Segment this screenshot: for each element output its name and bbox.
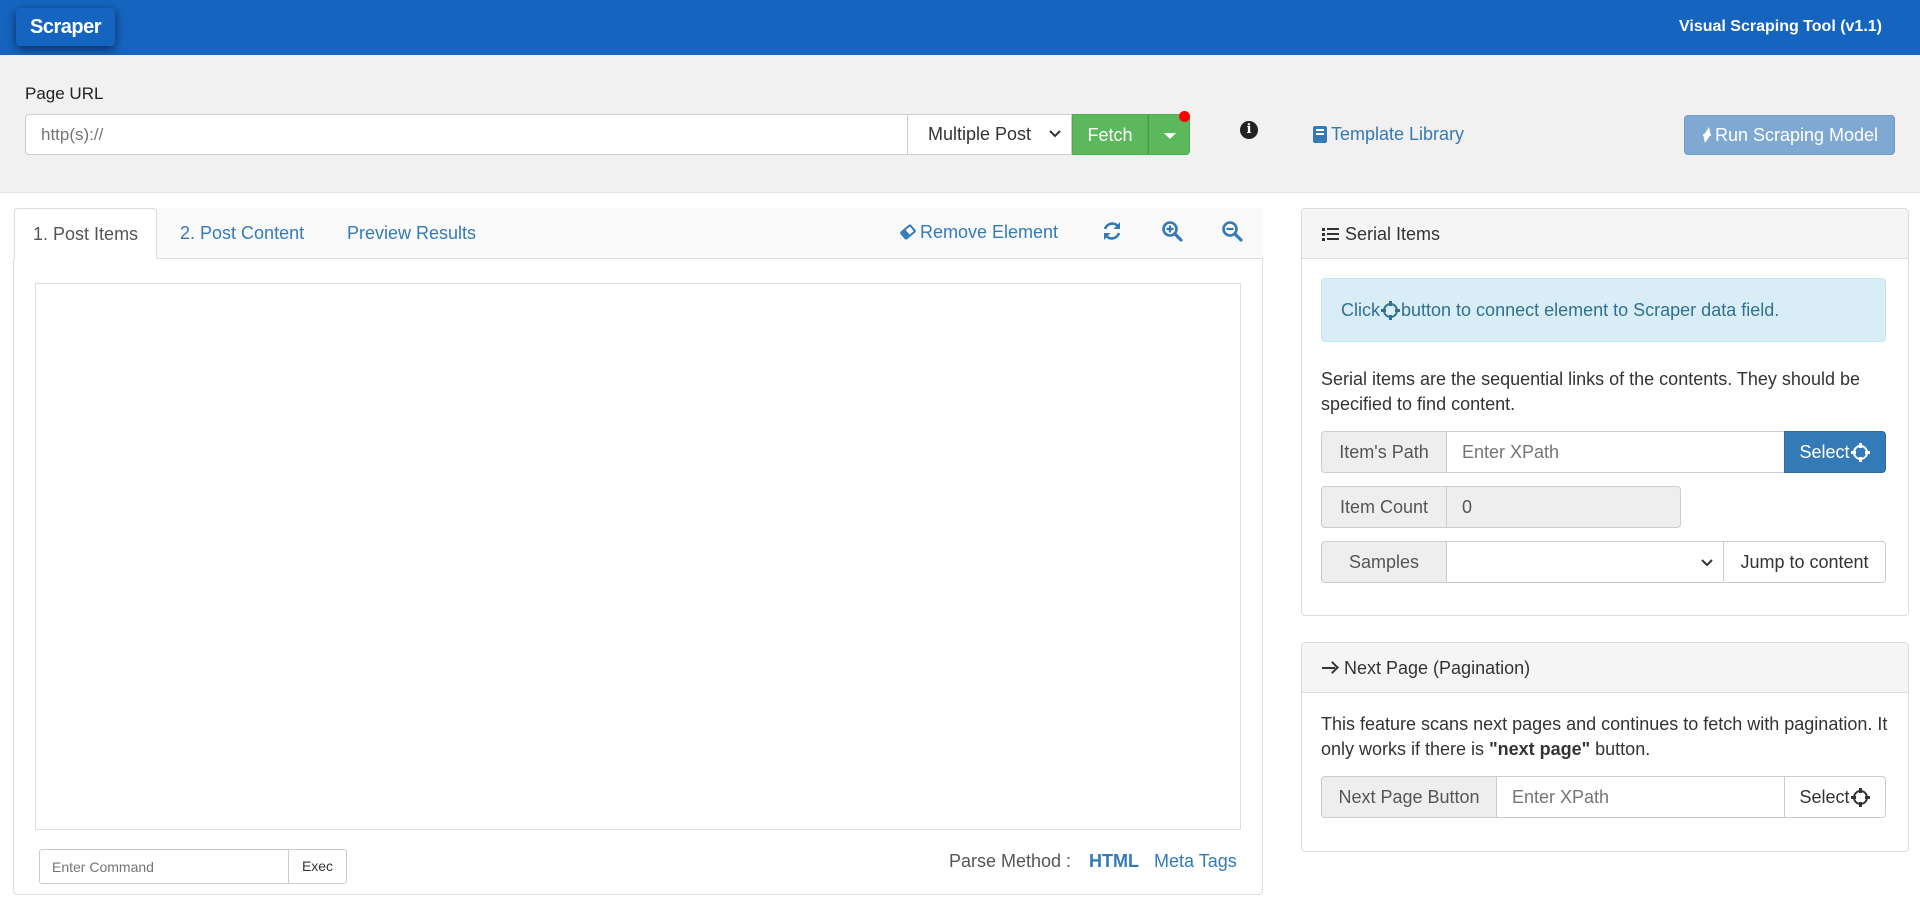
app-title: Visual Scraping Tool (v1.1) — [1678, 18, 1882, 35]
tab-preview-results[interactable]: Preview Results — [329, 208, 494, 259]
url-input[interactable] — [25, 114, 908, 155]
pagination-desc-post: button. — [1590, 739, 1651, 759]
exec-button[interactable]: Exec — [288, 849, 347, 884]
next-page-xpath-input[interactable] — [1496, 776, 1785, 818]
connect-info-alert: Click button to connect element to Scrape… — [1321, 278, 1886, 342]
pagination-desc-bold: "next page" — [1489, 739, 1591, 759]
remove-element-label: Remove Element — [920, 222, 1059, 242]
info-text-pre: Click — [1341, 300, 1380, 320]
parse-meta-tags-option[interactable]: Meta Tags — [1154, 851, 1237, 872]
jump-to-content-button[interactable]: Jump to content — [1723, 541, 1886, 583]
tab-label: Preview Results — [347, 223, 477, 243]
info-icon[interactable]: i — [1240, 121, 1258, 139]
serial-items-description: Serial items are the sequential links of… — [1321, 369, 1860, 414]
top-bar: Scraper Visual Scraping Tool (v1.1) — [0, 0, 1920, 55]
items-path-input[interactable] — [1446, 431, 1785, 473]
arrow-right-icon — [1322, 661, 1338, 675]
template-library-link[interactable]: Template Library — [1313, 124, 1464, 145]
samples-select[interactable] — [1446, 541, 1724, 583]
pagination-description: This feature scans next pages and contin… — [1321, 712, 1891, 762]
crosshair-icon — [1850, 443, 1870, 462]
info-text-post: button to connect element to Scraper dat… — [1401, 300, 1780, 320]
samples-label: Samples — [1321, 541, 1447, 583]
serial-items-header: Serial Items — [1302, 209, 1908, 259]
logo[interactable]: Scraper — [16, 8, 115, 46]
bolt-icon — [1701, 127, 1711, 143]
url-label: Page URL — [25, 84, 104, 103]
fetch-button[interactable]: Fetch — [1072, 114, 1148, 155]
command-input[interactable] — [39, 849, 289, 884]
select-label: Select — [1799, 442, 1850, 462]
mode-select-value: Multiple Post — [928, 124, 1032, 144]
tab-number: 1. — [33, 224, 49, 244]
tab-post-items[interactable]: 1. Post Items — [14, 208, 158, 259]
item-count-label: Item Count — [1321, 486, 1447, 528]
remove-element-button[interactable]: Remove Element — [899, 222, 1059, 243]
items-path-select-button[interactable]: Select — [1784, 431, 1886, 473]
next-page-button-label: Next Page Button — [1321, 776, 1497, 818]
zoom-out-icon — [1222, 221, 1243, 242]
tab-label: Post Content — [200, 223, 305, 243]
run-scraping-model-button[interactable]: Run Scraping Model — [1684, 115, 1895, 155]
tab-number: 2. — [180, 223, 196, 243]
items-path-label: Item's Path — [1321, 431, 1447, 473]
select-label: Select — [1799, 787, 1850, 807]
refresh-button[interactable] — [1101, 220, 1123, 242]
refresh-icon — [1103, 222, 1121, 240]
tab-post-content[interactable]: 2. Post Content — [162, 208, 322, 259]
mode-select[interactable]: Multiple Post — [908, 114, 1072, 155]
template-library-label: Template Library — [1331, 124, 1465, 144]
pagination-title: Next Page (Pagination) — [1344, 657, 1531, 678]
run-label: Run Scraping Model — [1714, 125, 1879, 145]
list-icon — [1322, 227, 1339, 241]
chevron-down-icon — [1701, 553, 1713, 576]
crosshair-icon — [1850, 788, 1870, 807]
parse-html-option[interactable]: HTML — [1089, 851, 1139, 872]
crosshair-icon — [1381, 301, 1400, 320]
page-preview-frame[interactable] — [35, 283, 1241, 830]
parse-method-label: Parse Method : — [949, 851, 1072, 871]
pagination-header: Next Page (Pagination) — [1302, 643, 1908, 693]
chevron-down-icon — [1049, 115, 1061, 169]
notification-dot — [1179, 111, 1190, 122]
zoom-in-button[interactable] — [1161, 220, 1183, 242]
serial-items-title: Serial Items — [1345, 223, 1441, 244]
tab-label: Post Items — [53, 224, 139, 244]
zoom-in-icon — [1162, 221, 1183, 242]
caret-down-icon — [1164, 133, 1176, 139]
book-icon — [1313, 126, 1327, 143]
item-count-value: 0 — [1446, 486, 1681, 528]
next-page-select-button[interactable]: Select — [1784, 776, 1886, 818]
zoom-out-button[interactable] — [1221, 220, 1243, 242]
eraser-icon — [899, 223, 917, 241]
